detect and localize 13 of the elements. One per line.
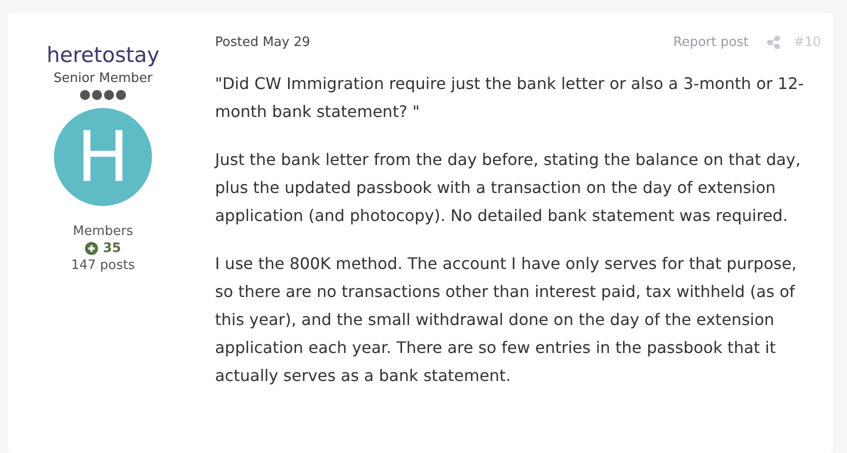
- post-paragraph: I use the 800K method. The account I have only serves for that purpose, so there are no transactions other than interest paid, tax withheld (as of this year), and the small withdrawal done on the day of the extension application each year. There are so few entries in the passbook that it actually serves as a bank statement.: [215, 253, 798, 387]
- post-date: Posted May 29: [215, 35, 310, 50]
- author-name[interactable]: heretostay: [46, 43, 160, 67]
- member-title: Senior Member: [53, 71, 152, 86]
- post-paragraph: Just the bank letter from the day before, stating the balance on that day, plus the updated passbook with a transaction on the day of extension application (and photocopy). No detailed bank statement was required.: [215, 149, 802, 227]
- reputation-count: 35: [102, 241, 122, 256]
- share-icon[interactable]: [766, 36, 780, 49]
- post-count: 147 posts: [71, 258, 135, 273]
- report-link[interactable]: Report post: [673, 35, 749, 50]
- member-group: Members: [72, 224, 134, 239]
- avatar[interactable]: H: [54, 108, 152, 206]
- plus-icon: [84, 242, 98, 255]
- post-paragraph: "Did CW Immigration require just the bank letter or also a 3-month or 12-month bank statement? ": [215, 73, 805, 123]
